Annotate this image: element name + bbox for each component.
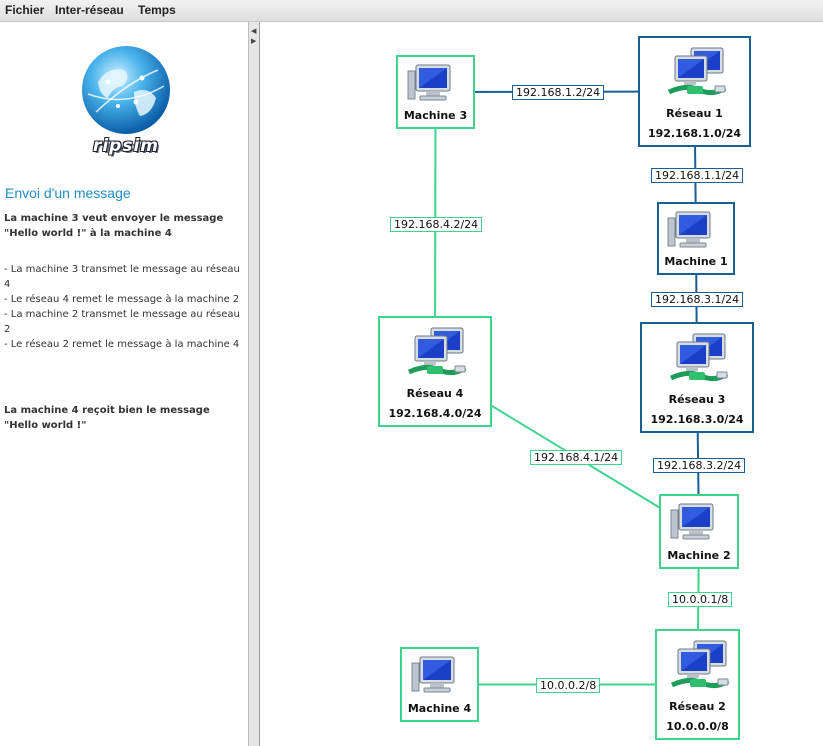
node-machine2[interactable]: Machine 2 xyxy=(659,494,739,569)
info-panel: ripsim Envoi d'un message La machine 3 v… xyxy=(0,22,249,746)
menu-inter-reseau[interactable]: Inter-réseau xyxy=(55,3,124,17)
network-canvas[interactable]: Machine 3 Réseau 1 192.168.1.0/24 Machine 1… xyxy=(262,22,823,746)
node-name: Machine 4 xyxy=(407,702,472,715)
menu-temps[interactable]: Temps xyxy=(138,3,176,17)
node-name: Réseau 1 xyxy=(666,107,723,120)
node-subnet: 192.168.4.0/24 xyxy=(388,407,482,420)
logo-wordmark: ripsim xyxy=(92,136,160,156)
step-4: - Le réseau 2 remet le message à la mach… xyxy=(4,339,240,350)
step-2: - Le réseau 4 remet le message à la mach… xyxy=(4,294,240,305)
panel-steps: - La machine 3 transmet le message au ré… xyxy=(4,262,242,352)
node-name: Machine 3 xyxy=(403,109,468,122)
step-3: - La machine 2 transmet le message au ré… xyxy=(4,309,243,335)
node-name: Machine 2 xyxy=(667,549,731,562)
computer-icon xyxy=(407,64,450,101)
node-name: Réseau 3 xyxy=(668,393,726,406)
computer-icon xyxy=(411,656,454,693)
link-ip-label[interactable]: 10.0.0.2/8 xyxy=(536,678,601,693)
node-name: Réseau 2 xyxy=(669,700,726,713)
node-machine4[interactable]: Machine 4 xyxy=(400,647,479,722)
computer-icon xyxy=(667,211,711,248)
step-1: - La machine 3 transmet le message au ré… xyxy=(4,264,243,290)
split-divider[interactable]: ◀ ▶ xyxy=(249,22,260,746)
link-ip-label[interactable]: 10.0.0.1/8 xyxy=(668,592,733,607)
collapse-left-icon[interactable]: ◀ xyxy=(251,28,256,35)
expand-right-icon[interactable]: ▶ xyxy=(251,38,256,45)
computer-icon xyxy=(670,503,714,540)
node-reseau3[interactable]: Réseau 3 192.168.3.0/24 xyxy=(640,322,754,433)
link-ip-label[interactable]: 192.168.4.2/24 xyxy=(390,217,483,232)
node-machine1[interactable]: Machine 1 xyxy=(657,202,735,275)
menu-bar: Fichier Inter-réseau Temps xyxy=(0,0,823,22)
panel-conclusion: La machine 4 reçoit bien le message "Hel… xyxy=(4,405,210,431)
node-name: Machine 1 xyxy=(664,255,728,268)
node-subnet: 192.168.1.0/24 xyxy=(647,127,742,140)
link-ip-label[interactable]: 192.168.1.2/24 xyxy=(512,85,605,100)
node-subnet: 10.0.0.0/8 xyxy=(666,720,729,733)
globe-logo-icon xyxy=(82,46,170,134)
node-reseau1[interactable]: Réseau 1 192.168.1.0/24 xyxy=(638,36,751,147)
menu-fichier[interactable]: Fichier xyxy=(5,3,44,17)
network-icon xyxy=(407,327,467,376)
link-ip-label[interactable]: 192.168.3.2/24 xyxy=(653,458,746,473)
node-name: Réseau 4 xyxy=(406,387,464,400)
link-ip-label[interactable]: 192.168.4.1/24 xyxy=(530,450,623,465)
network-icon xyxy=(667,47,726,96)
node-machine3[interactable]: Machine 3 xyxy=(396,55,475,129)
panel-intro: La machine 3 veut envoyer le message "He… xyxy=(4,213,224,239)
panel-title: Envoi d'un message xyxy=(5,185,131,201)
link-ip-label[interactable]: 192.168.3.1/24 xyxy=(651,292,744,307)
node-reseau4[interactable]: Réseau 4 192.168.4.0/24 xyxy=(378,316,492,427)
network-icon xyxy=(669,333,729,382)
network-icon xyxy=(670,640,729,689)
node-reseau2[interactable]: Réseau 2 10.0.0.0/8 xyxy=(655,629,740,740)
link-ip-label[interactable]: 192.168.1.1/24 xyxy=(651,168,744,183)
node-subnet: 192.168.3.0/24 xyxy=(650,413,744,426)
